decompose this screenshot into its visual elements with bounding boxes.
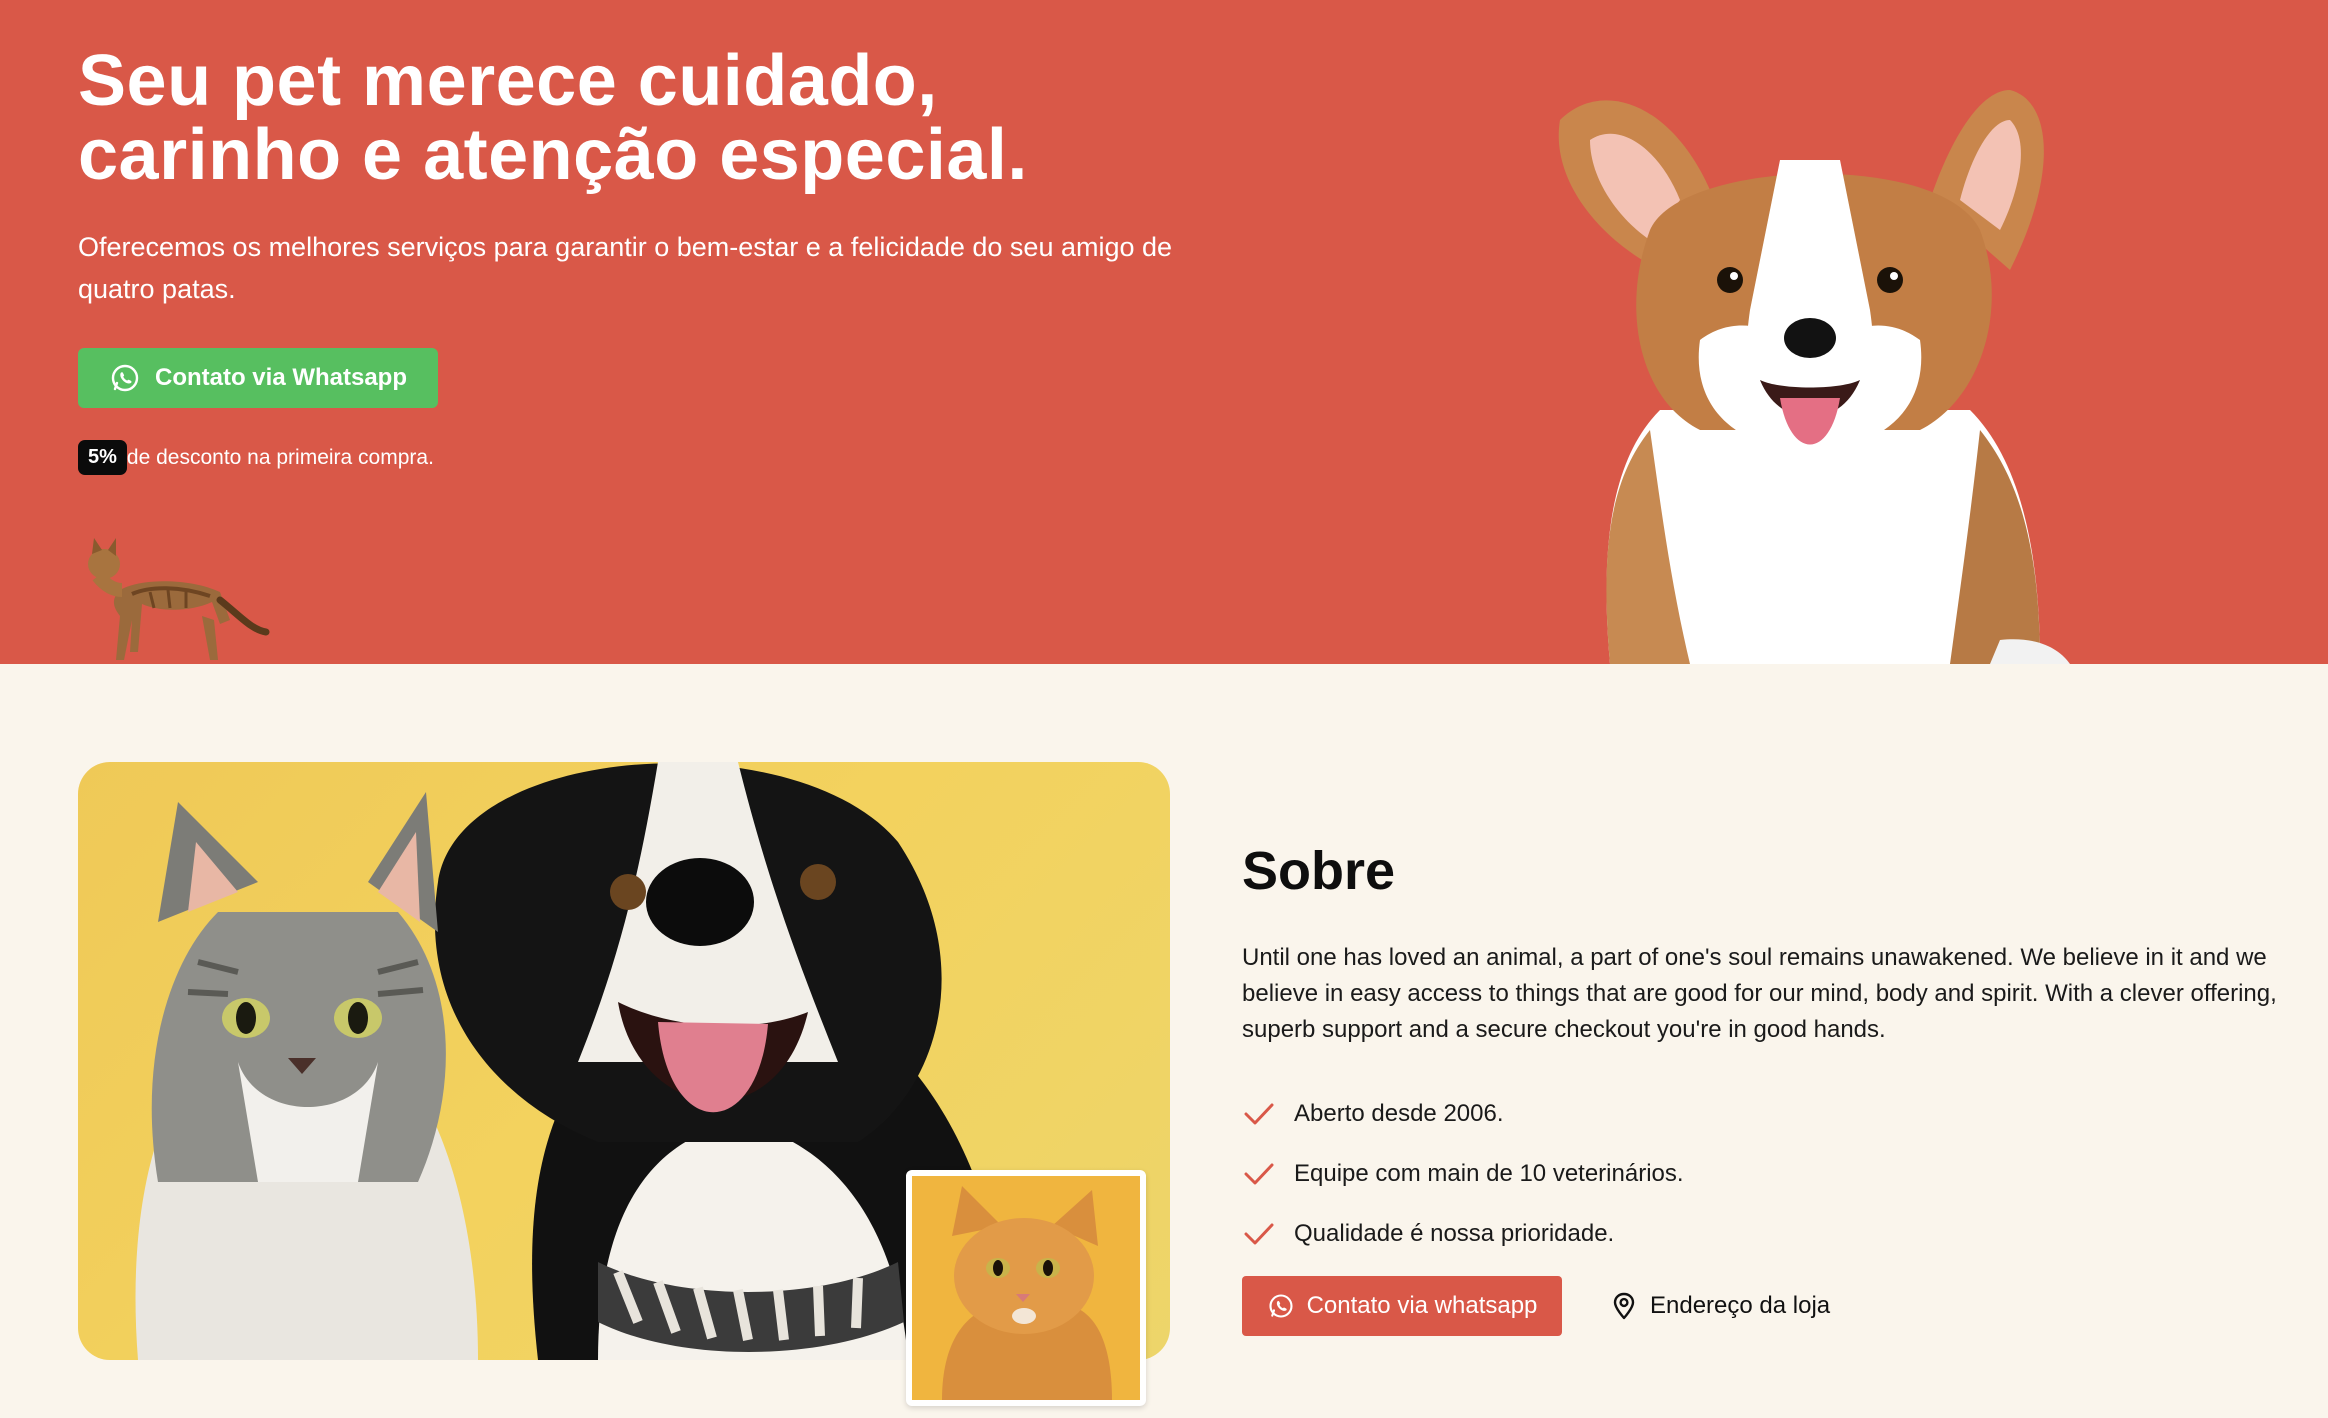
hero-title-line2: carinho e atenção especial. xyxy=(78,115,1028,195)
orange-cat-thumbnail xyxy=(906,1170,1146,1406)
map-pin-icon xyxy=(1610,1292,1638,1320)
hero-title: Seu pet merece cuidado, carinho e atençã… xyxy=(78,44,1278,192)
corgi-dog-image xyxy=(1540,80,2080,664)
check-icon xyxy=(1242,1217,1276,1251)
hero-section: Seu pet merece cuidado, carinho e atençã… xyxy=(0,0,2328,664)
hero-whatsapp-label: Contato via Whatsapp xyxy=(154,364,407,391)
store-address-label: Endereço da loja xyxy=(1650,1292,1831,1319)
hero-subtitle: Oferecemos os melhores serviços para gar… xyxy=(78,232,1173,304)
whatsapp-icon xyxy=(109,362,141,394)
check-icon xyxy=(1242,1097,1276,1131)
hero-title-line1: Seu pet merece cuidado, xyxy=(78,41,938,121)
about-whatsapp-button[interactable]: Contato via whatsapp xyxy=(1242,1276,1562,1336)
whatsapp-icon xyxy=(1267,1292,1295,1320)
feature-text: Aberto desde 2006. xyxy=(1294,1100,1504,1127)
about-title: Sobre xyxy=(1242,841,1396,901)
store-address-link[interactable]: Endereço da loja xyxy=(1610,1276,1830,1336)
check-icon xyxy=(1242,1157,1276,1191)
hero-whatsapp-button[interactable]: Contato via Whatsapp xyxy=(78,348,438,408)
walking-cat-image xyxy=(80,520,270,664)
feature-item: Equipe com main de 10 veterinários. xyxy=(1242,1144,1684,1204)
feature-text: Qualidade é nossa prioridade. xyxy=(1294,1220,1615,1247)
about-whatsapp-label: Contato via whatsapp xyxy=(1306,1292,1538,1319)
feature-item: Aberto desde 2006. xyxy=(1242,1084,1684,1144)
discount-badge: 5% xyxy=(78,440,127,475)
discount-text: de desconto na primeira compra. xyxy=(126,445,434,469)
about-description: Until one has loved an animal, a part of… xyxy=(1242,944,2277,1043)
feature-item: Qualidade é nossa prioridade. xyxy=(1242,1204,1684,1264)
discount-note: 5% de desconto na primeira compra. xyxy=(78,440,434,475)
feature-text: Equipe com main de 10 veterinários. xyxy=(1294,1160,1684,1187)
feature-list: Aberto desde 2006. Equipe com main de 10… xyxy=(1242,1084,1684,1264)
